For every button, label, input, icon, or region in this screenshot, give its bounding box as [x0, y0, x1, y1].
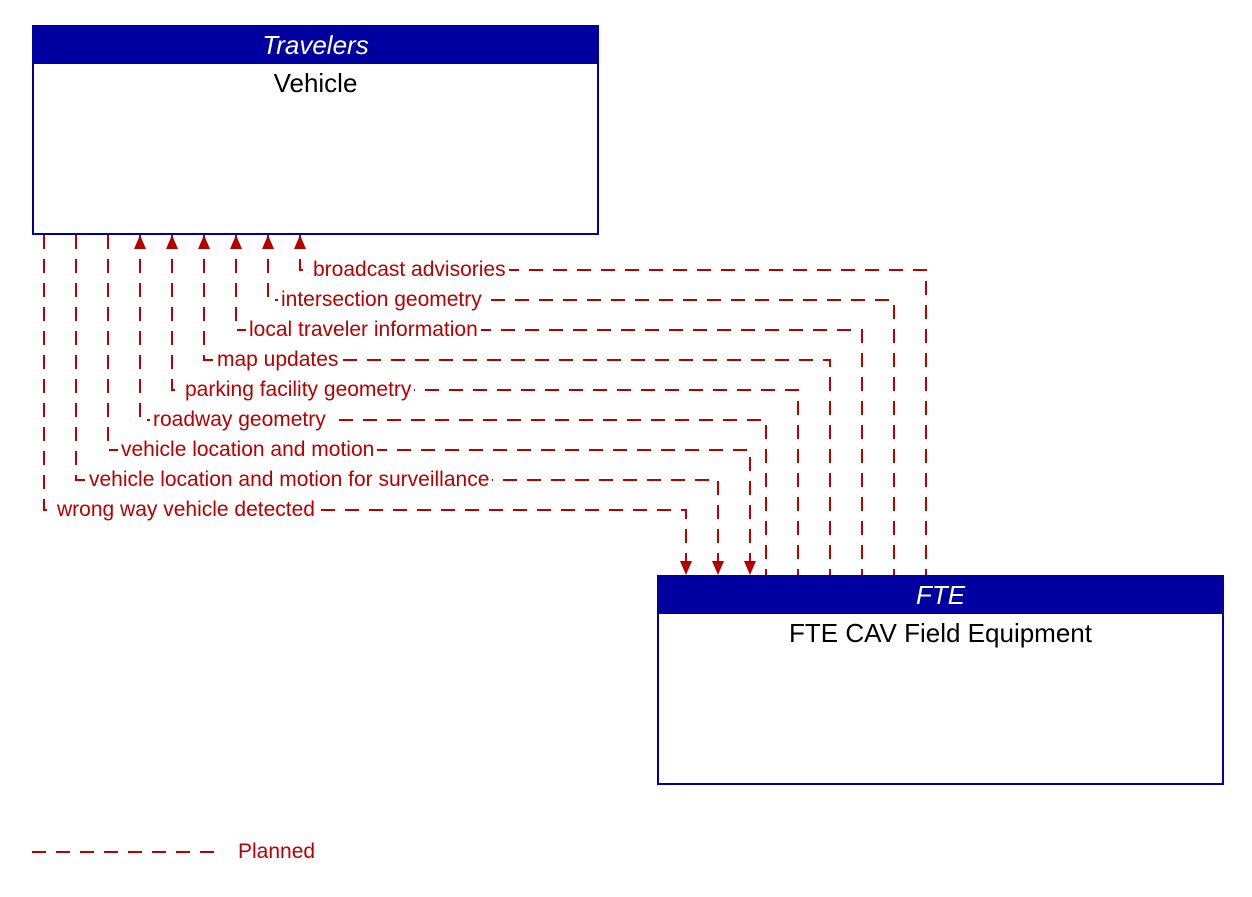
flow-label-parking-facility-geometry: parking facility geometry	[182, 378, 414, 402]
box-fte-header: FTE	[659, 577, 1222, 614]
flow-label-vehicle-location-and-motion-surveillance: vehicle location and motion for surveill…	[86, 468, 492, 492]
box-travelers-header: Travelers	[34, 27, 597, 64]
legend-label: Planned	[238, 840, 315, 864]
flow-label-roadway-geometry: roadway geometry	[150, 408, 329, 432]
flow-label-intersection-geometry: intersection geometry	[278, 288, 485, 312]
flow-label-local-traveler-information: local traveler information	[246, 318, 481, 342]
flow-label-vehicle-location-and-motion: vehicle location and motion	[118, 438, 377, 462]
box-travelers-vehicle: Travelers Vehicle	[32, 25, 599, 235]
box-travelers-title: Vehicle	[34, 64, 597, 99]
box-fte-cav: FTE FTE CAV Field Equipment	[657, 575, 1224, 785]
legend: Planned	[238, 840, 315, 864]
box-fte-title: FTE CAV Field Equipment	[659, 614, 1222, 649]
flow-label-map-updates: map updates	[214, 348, 341, 372]
flow-label-wrong-way-vehicle-detected: wrong way vehicle detected	[54, 498, 318, 522]
flow-label-broadcast-advisories: broadcast advisories	[310, 258, 509, 282]
